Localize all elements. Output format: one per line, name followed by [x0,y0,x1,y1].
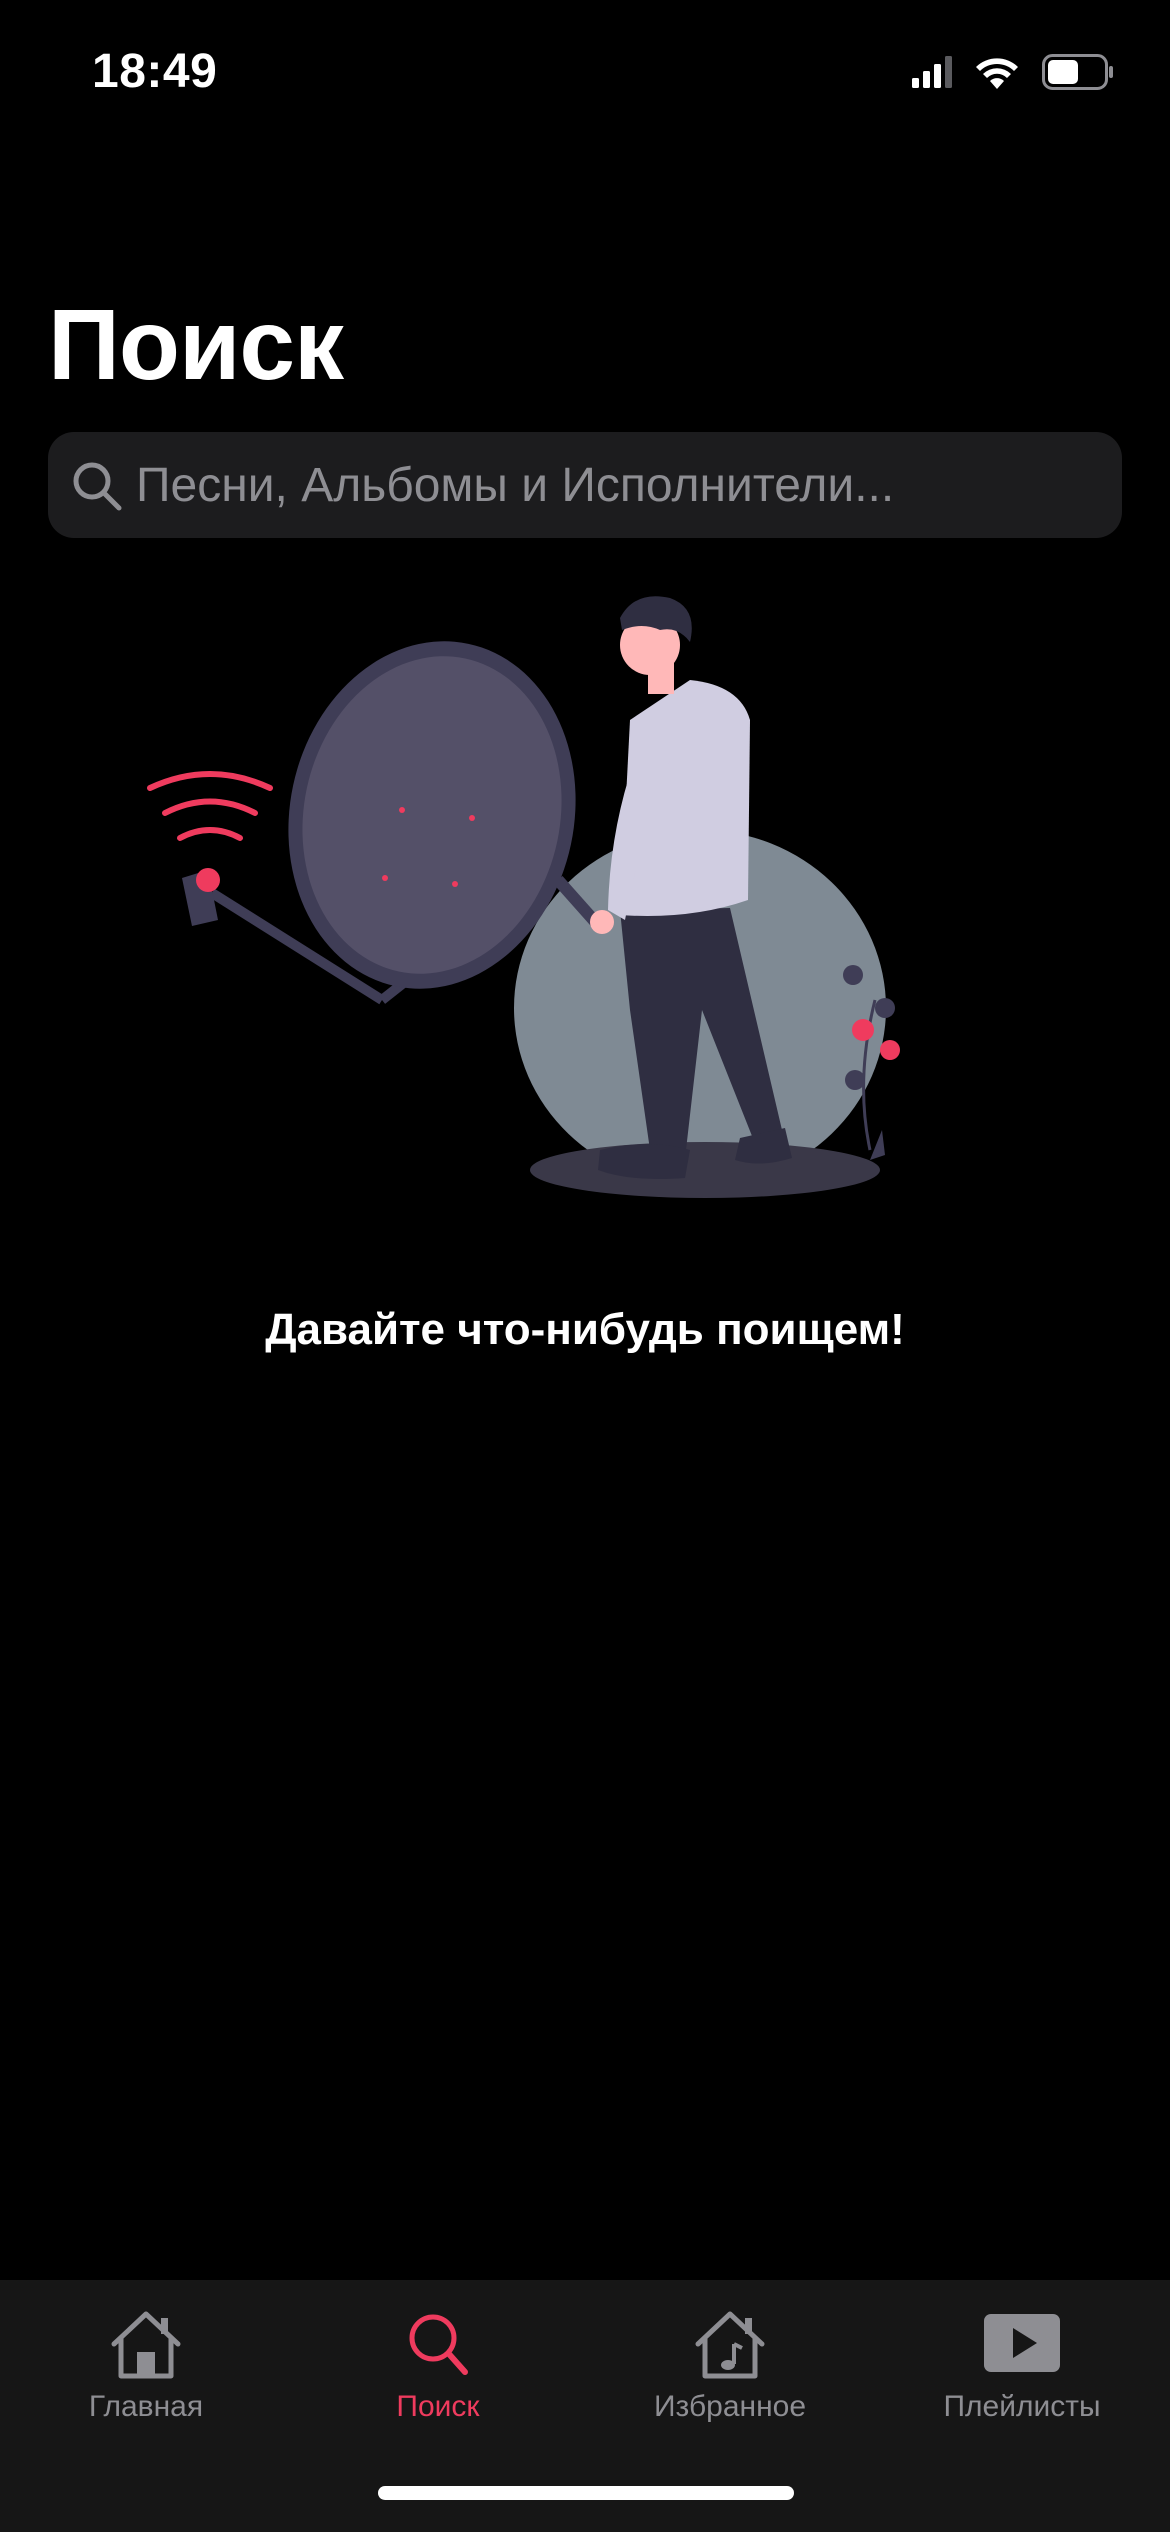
tab-search[interactable]: Поиск [292,2280,584,2430]
search-input[interactable] [136,432,1096,538]
tab-label-favorites: Избранное [653,2390,807,2423]
search-icon [409,2314,468,2375]
home-icon [111,2311,181,2379]
tab-label-search: Поиск [396,2390,480,2423]
wifi-icon [976,58,1018,89]
play-icon [984,2314,1060,2372]
tab-home[interactable]: Главная [0,2280,292,2430]
tab-playlists[interactable]: Плейлисты [876,2280,1168,2430]
illustration-signal-arcs [147,771,273,791]
person-with-satellite-dish-illustration [147,596,900,1198]
favorites-music-home-icon [695,2311,765,2379]
home-indicator [378,2486,794,2500]
signal-icon [912,56,952,88]
status-bar: 18:49 [0,0,1170,150]
page-title: Поиск [48,289,344,401]
status-icons [912,52,1114,92]
battery-icon [1042,54,1113,90]
search-bar[interactable] [48,432,1122,538]
search-icon [73,462,122,511]
illustration-ground [530,1142,880,1198]
tab-label-playlists: Плейлисты [943,2390,1101,2423]
tab-label-home: Главная [88,2390,204,2423]
tab-favorites[interactable]: Избранное [584,2280,876,2430]
status-time: 18:49 [92,45,218,98]
empty-state-message: Давайте что-нибудь поищем! [265,1305,905,1354]
